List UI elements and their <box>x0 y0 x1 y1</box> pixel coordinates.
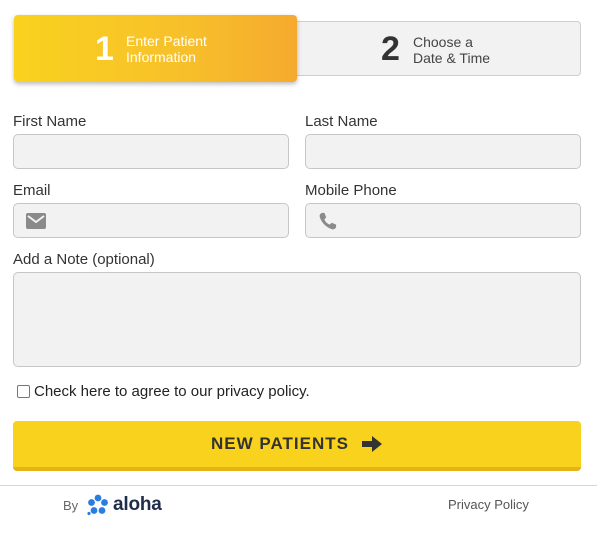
footer-by-text: By <box>63 498 79 513</box>
new-patients-button[interactable]: NEW PATIENTS <box>13 421 581 471</box>
note-field-wrap <box>13 272 581 367</box>
note-textarea[interactable] <box>14 273 580 366</box>
privacy-policy-link[interactable]: Privacy Policy <box>448 497 529 512</box>
last-name-field-wrap <box>305 134 581 169</box>
step-2-choose-date-time[interactable]: 2 Choose a Date & Time <box>296 21 581 76</box>
aloha-wordmark: aloha <box>113 494 162 515</box>
step-1-label: Enter Patient Information <box>126 33 207 65</box>
first-name-label: First Name <box>13 113 87 130</box>
privacy-agree-checkbox[interactable] <box>17 385 30 398</box>
step-2-label-line2: Date & Time <box>413 50 491 66</box>
new-patients-button-label: NEW PATIENTS <box>211 434 349 453</box>
note-label: Add a Note (optional) <box>13 251 155 268</box>
last-name-input[interactable] <box>306 135 580 168</box>
phone-icon <box>319 212 337 230</box>
arrow-right-icon <box>361 436 382 452</box>
step-2-number: 2 <box>381 30 400 68</box>
step-2-label: Choose a Date & Time <box>413 34 490 66</box>
footer-divider <box>0 485 597 486</box>
first-name-input[interactable] <box>14 135 288 168</box>
privacy-agree-row: Check here to agree to our privacy polic… <box>17 383 310 400</box>
mail-icon <box>26 213 46 229</box>
mobile-phone-field-wrap <box>305 203 581 238</box>
privacy-agree-text[interactable]: Check here to agree to our privacy polic… <box>34 383 310 400</box>
step-1-number: 1 <box>95 30 114 68</box>
step-2-label-line1: Choose a <box>413 34 473 50</box>
step-1-label-line2: Information <box>126 49 197 65</box>
step-1-enter-patient-info[interactable]: 1 Enter Patient Information <box>14 15 297 82</box>
mobile-phone-input[interactable] <box>306 204 580 237</box>
email-input[interactable] <box>14 204 288 237</box>
aloha-flower-icon <box>87 494 108 516</box>
step-1-label-line1: Enter Patient <box>126 33 207 49</box>
email-label: Email <box>13 182 51 199</box>
first-name-field-wrap <box>13 134 289 169</box>
aloha-logo[interactable]: aloha <box>86 493 162 517</box>
last-name-label: Last Name <box>305 113 378 130</box>
mobile-phone-label: Mobile Phone <box>305 182 397 199</box>
email-field-wrap <box>13 203 289 238</box>
